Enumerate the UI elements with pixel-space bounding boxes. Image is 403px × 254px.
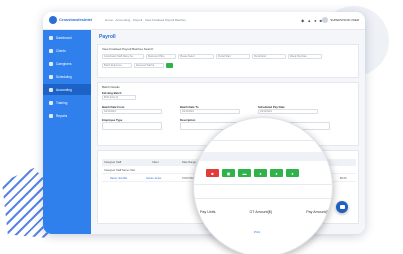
export-icon: ●	[275, 170, 278, 176]
image-icon: ▣	[226, 170, 231, 176]
sidebar-item-clients[interactable]: Clients	[43, 45, 91, 56]
sidebar-item-scheduling[interactable]: Scheduling	[43, 71, 91, 82]
sidebar-item-reports[interactable]: Reports	[43, 110, 91, 121]
cell-caregiver: Caregiver Staff Name: Mar...	[104, 169, 137, 172]
logo-icon	[49, 16, 57, 24]
brand-logo[interactable]: CrossbowlesIntel	[49, 16, 92, 24]
period-start-field[interactable]: Period Start	[216, 54, 250, 59]
lens-summary-columns: Pay Units OT Amount($) Pay Amount($)	[200, 210, 330, 219]
sidebar-item-accounting[interactable]: Accounting	[43, 84, 91, 95]
search-card: View Finalised Payroll Batches Search Co…	[97, 44, 359, 78]
print-link[interactable]: Print	[254, 230, 260, 234]
sidebar-item-dashboard[interactable]: Dashboard	[43, 32, 91, 43]
chat-icon	[339, 205, 345, 209]
ot-amount-label: OT Amount($)	[249, 210, 273, 214]
delete-button[interactable]: ■	[206, 169, 219, 177]
search-button[interactable]	[166, 63, 173, 68]
divider	[194, 140, 332, 141]
approve-button[interactable]: ●	[254, 169, 267, 177]
clients-icon	[49, 48, 53, 53]
check-icon: ●	[259, 170, 262, 176]
breadcrumb: Home · Accounting · Payroll · View Final…	[105, 18, 186, 22]
top-bar: CrossbowlesIntel Home · Accounting · Pay…	[43, 12, 365, 30]
coordinator-field[interactable]: Coordinator Staff Name Se...	[102, 54, 144, 59]
business-office-select[interactable]: Business Office	[146, 54, 176, 59]
period-end-field[interactable]: Period End	[252, 54, 286, 59]
user-menu[interactable]: SUPERVISOR USER	[322, 17, 359, 23]
action-buttons: ■ ▣ ▬ ● ● ●	[206, 169, 299, 177]
week-pay-date-field[interactable]: Week Pay Date	[288, 54, 322, 59]
batch-reference-field[interactable]: Batch Reference	[102, 63, 132, 68]
batch-date-to-field[interactable]: 04/14/2021	[180, 109, 240, 114]
export-button[interactable]: ●	[270, 169, 283, 177]
avatar	[322, 17, 329, 23]
dashboard-icon	[49, 35, 53, 40]
sidebar: Dashboard Clients Caregivers Scheduling …	[43, 30, 91, 234]
edit-icon: ▬	[242, 170, 247, 176]
reports-icon	[49, 113, 53, 118]
existing-batch-select[interactable]: BCD-2(1st-3)	[102, 95, 136, 100]
pay-units-label: Pay Units	[200, 210, 216, 214]
lens-table-header	[194, 152, 332, 161]
sidebar-item-training[interactable]: Training	[43, 97, 91, 108]
batch-heading: Batch Details	[102, 85, 120, 89]
cell-amt: $0.00	[340, 177, 347, 180]
print-button[interactable]: ●	[286, 169, 299, 177]
magnifier-callout: ■ ▣ ▬ ● ● ● Pay Units OT Amount($) Pay A…	[193, 117, 333, 254]
col-caregiver: Caregiver Staff	[104, 161, 122, 164]
status-select[interactable]: Please Select	[178, 54, 214, 59]
calendar-icon	[49, 74, 53, 79]
view-button[interactable]: ▣	[222, 169, 235, 177]
search-heading: View Finalised Payroll Batches Search	[102, 47, 154, 51]
divider	[194, 198, 332, 199]
divider	[194, 184, 332, 185]
employee-type-field[interactable]	[102, 122, 162, 130]
cell-client[interactable]: James Jones	[146, 177, 161, 180]
print-icon: ●	[291, 170, 294, 176]
trash-icon: ■	[211, 170, 214, 176]
received-staff-field[interactable]: Received Staff id	[134, 63, 164, 68]
accounting-icon	[49, 87, 53, 92]
sidebar-item-caregivers[interactable]: Caregivers	[43, 58, 91, 69]
page-title: Payroll	[99, 34, 116, 40]
cell-caregiver[interactable]: Nancy Jennifer	[110, 177, 127, 180]
caregivers-icon	[49, 61, 53, 66]
col-range: Date Range	[182, 161, 196, 164]
chat-button[interactable]	[336, 201, 348, 213]
scheduled-pay-date-field[interactable]: 04/13/2021	[258, 109, 318, 114]
marketing-stage: CrossbowlesIntel Home · Accounting · Pay…	[0, 0, 403, 254]
col-client: Client	[152, 161, 159, 164]
pay-amount-label: Pay Amount($)	[306, 210, 330, 214]
training-icon	[49, 100, 53, 105]
batch-date-from-field[interactable]: 04/14/2021	[102, 109, 162, 114]
edit-button[interactable]: ▬	[238, 169, 251, 177]
